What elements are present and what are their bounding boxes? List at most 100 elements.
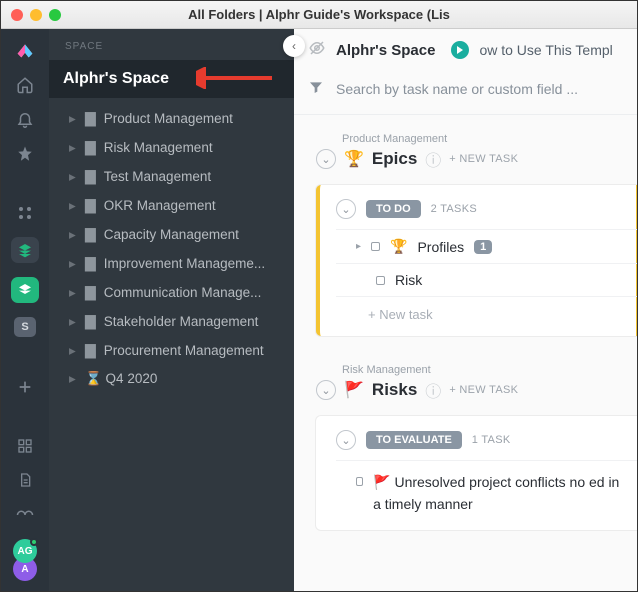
caret-icon: ▸	[69, 375, 77, 383]
sidebar-item[interactable]: ▸ ▇ Capacity Management	[49, 220, 294, 249]
breadcrumb-title[interactable]: Alphr's Space	[336, 42, 435, 59]
status-pill[interactable]: TO EVALUATE	[366, 431, 462, 449]
sidebar-item-label: OKR Management	[104, 198, 216, 213]
plus-icon[interactable]	[14, 377, 36, 397]
window-titlebar: All Folders | Alphr Guide's Workspace (L…	[1, 1, 637, 29]
minimize-window-button[interactable]	[30, 9, 42, 21]
flag-icon: 🚩	[373, 474, 390, 490]
collapse-icon[interactable]: ⌄	[316, 149, 336, 169]
collapse-icon[interactable]: ⌄	[316, 380, 336, 400]
sidebar-item-label: Risk Management	[104, 140, 213, 155]
folder-icon: ▇	[85, 110, 96, 127]
caret-icon: ▸	[69, 260, 77, 268]
caret-icon: ▸	[69, 144, 77, 152]
app-logo[interactable]	[14, 39, 36, 61]
caret-icon: ▸	[69, 115, 77, 123]
task-name: Profiles	[417, 239, 464, 255]
status-pill[interactable]: TO DO	[366, 200, 421, 218]
status-header: ⌄ TO DO 2 TASKS	[336, 193, 637, 229]
space-name: Alphr's Space	[63, 70, 169, 87]
task-row[interactable]: ▸ 🏆 Profiles 1	[336, 229, 637, 263]
sidebar-item-label: Capacity Management	[104, 227, 239, 242]
task-status-square[interactable]	[371, 242, 380, 251]
sidebar-item[interactable]: ▸ ▇ Improvement Manageme...	[49, 249, 294, 278]
breadcrumb-rest[interactable]: ow to Use This Templ	[479, 42, 612, 58]
collapse-icon[interactable]: ⌄	[336, 430, 356, 450]
status-block: ⌄ TO DO 2 TASKS ▸ 🏆 Profiles 1 Risk + New task	[316, 185, 637, 336]
task-row[interactable]: Risk	[336, 263, 637, 296]
search-placeholder[interactable]: Search by task name or custom field ...	[336, 81, 578, 97]
bell-icon[interactable]	[14, 109, 36, 129]
layers-icon[interactable]	[11, 237, 39, 263]
status-header: ⌄ TO EVALUATE 1 TASK	[336, 424, 637, 460]
maximize-window-button[interactable]	[49, 9, 61, 21]
task-name: Risk	[395, 272, 422, 288]
main-content: Alphr's Space ow to Use This Templ Searc…	[294, 29, 637, 591]
sidebar-item-label: Stakeholder Management	[104, 314, 259, 329]
sidebar-item[interactable]: ▸ ▇ Risk Management	[49, 133, 294, 162]
hidden-icon	[308, 39, 326, 61]
workspace-badge[interactable]: S	[14, 317, 36, 337]
task-icon: 🏆	[390, 238, 407, 255]
status-count: 1 TASK	[472, 434, 511, 446]
doc-icon[interactable]	[14, 470, 36, 490]
grid-icon[interactable]	[14, 203, 36, 223]
group-eyebrow: Product Management	[342, 133, 637, 145]
info-icon[interactable]: ⓘ	[425, 378, 441, 402]
caret-icon: ▸	[69, 347, 77, 355]
annotation-arrow	[196, 67, 276, 89]
caret-icon: ▸	[69, 173, 77, 181]
caret-icon: ▸	[69, 318, 77, 326]
sidebar-item[interactable]: ▸▇Procurement Management	[49, 336, 294, 365]
filter-bar: Search by task name or custom field ...	[294, 71, 637, 115]
sidebar-item[interactable]: ▸▇Communication Manage...	[49, 278, 294, 307]
sidebar-item[interactable]: ▸ ▇ Stakeholder Management	[49, 307, 294, 336]
group-title[interactable]: Epics	[372, 149, 417, 169]
folder-icon: ▇	[85, 226, 96, 243]
breadcrumb: Alphr's Space ow to Use This Templ	[294, 29, 637, 71]
subtask-count-badge: 1	[474, 240, 492, 254]
group-title[interactable]: Risks	[372, 380, 417, 400]
task-status-square[interactable]	[376, 276, 385, 285]
home-icon[interactable]	[14, 75, 36, 95]
new-task-button[interactable]: + NEW TASK	[449, 384, 518, 396]
new-task-row[interactable]: + New task	[336, 296, 637, 332]
icon-sidebar: S AG A	[1, 29, 49, 591]
collapse-icon[interactable]: ⌄	[336, 199, 356, 219]
folder-tree: ▸▇Product Management▸▇Risk Management▸▇T…	[49, 98, 294, 399]
caret-icon: ▸	[69, 202, 77, 210]
group-icon: 🚩	[344, 380, 364, 400]
close-window-button[interactable]	[11, 9, 23, 21]
sidebar-item-label: Improvement Manageme...	[104, 256, 265, 271]
caret-icon: ▸	[356, 241, 361, 252]
star-icon[interactable]	[14, 144, 36, 164]
status-block: ⌄ TO EVALUATE 1 TASK 🚩 Unresolved project c…	[316, 416, 637, 530]
collapse-sidebar-button[interactable]: ‹	[283, 35, 305, 57]
folder-icon: ▇	[85, 313, 96, 330]
folder-icon: ▇	[85, 255, 96, 272]
sidebar-item[interactable]: ▸▇Product Management	[49, 104, 294, 133]
info-icon[interactable]: ⓘ	[425, 147, 441, 171]
group-header: ⌄🏆Epicsⓘ+ NEW TASK	[316, 147, 637, 171]
new-task-button[interactable]: + NEW TASK	[449, 153, 518, 165]
online-dot	[30, 538, 38, 546]
avatar-initials: A	[21, 564, 28, 575]
caret-icon: ▸	[69, 231, 77, 239]
filter-icon[interactable]	[308, 79, 324, 98]
list-area: Product Management ⌄ 🏆 Epics ⓘ + NEW TASK ⌄ TO …	[294, 115, 637, 530]
space-title[interactable]: Alphr's Space	[49, 60, 294, 98]
sidebar-item[interactable]: ▸ ▇ OKR Management	[49, 191, 294, 220]
play-icon[interactable]	[451, 41, 469, 59]
status-count: 2 TASKS	[431, 203, 477, 215]
dashboard-icon[interactable]	[14, 436, 36, 456]
folder-icon: ▇	[85, 197, 96, 214]
avatar[interactable]: AG	[13, 539, 37, 563]
folder-icon: ▇	[85, 139, 96, 156]
record-icon[interactable]	[14, 505, 36, 525]
sidebar-item[interactable]: ▸▇Test Management	[49, 162, 294, 191]
task-row[interactable]: 🚩 Unresolved project conflicts no ed in …	[336, 460, 637, 526]
task-status-square[interactable]	[356, 477, 363, 486]
avatar-stack[interactable]: AG A	[13, 539, 37, 581]
layers-active-icon[interactable]	[11, 277, 39, 303]
sidebar-item[interactable]: ▸⌛ Q4 2020	[49, 365, 294, 393]
